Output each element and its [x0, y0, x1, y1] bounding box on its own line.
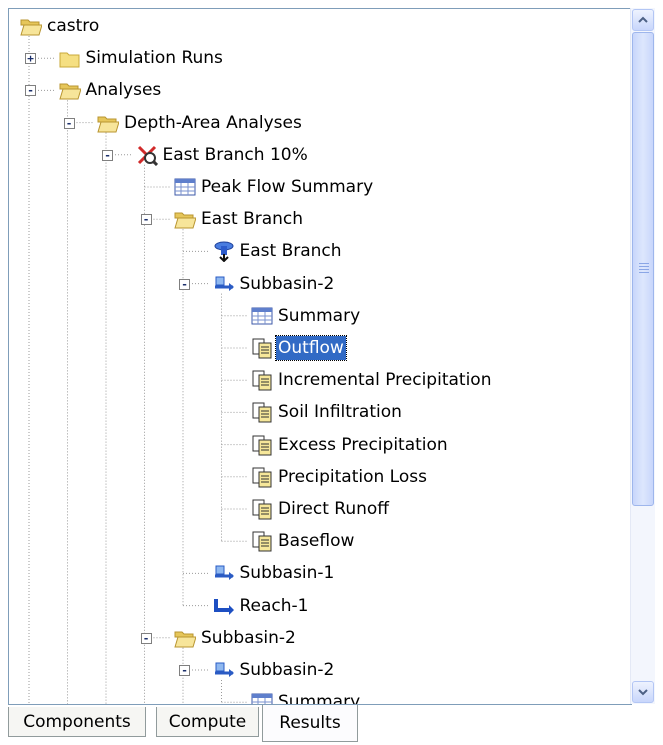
tab-label: Results [279, 713, 341, 733]
thumb-grip [639, 266, 649, 267]
collapse-toggle[interactable]: - [102, 149, 113, 161]
tree-node[interactable]: East Branch [174, 205, 305, 233]
tree-node-label: Direct Runoff [278, 499, 390, 519]
folder-open-icon [58, 79, 82, 101]
time-series-icon [251, 337, 273, 359]
thumb-grip [639, 269, 649, 270]
subbasin-icon [213, 273, 235, 295]
tree-node-label: East Branch [201, 209, 304, 230]
tree-node[interactable]: Subbasin-2 [213, 656, 337, 684]
tree-node[interactable]: East Branch 10% [136, 141, 310, 169]
tree-node[interactable]: Subbasin-1 [213, 559, 337, 587]
collapse-toggle[interactable]: - [25, 85, 36, 97]
collapse-toggle[interactable]: - [179, 665, 190, 676]
folder-open-icon [97, 112, 120, 134]
subbasin-icon [213, 659, 235, 681]
tree-node[interactable]: Analyses [58, 76, 164, 104]
tab-compute[interactable]: Compute [156, 707, 259, 737]
tree-node-label: Analyses [85, 80, 162, 101]
tree-node[interactable]: Summary [251, 688, 362, 705]
tree-node-label: Simulation Runs [85, 48, 223, 69]
tree-node-label: Subbasin-1 [239, 563, 335, 584]
tree-node[interactable]: Excess Precipitation [251, 431, 450, 459]
time-series-icon [251, 498, 273, 520]
tree-node-label: Reach-1 [239, 595, 309, 616]
time-series-icon [251, 530, 273, 552]
tree-node[interactable]: Reach-1 [213, 592, 311, 620]
folder-open-icon [174, 208, 197, 230]
table-icon [174, 176, 196, 198]
analysis-icon [136, 144, 158, 166]
tree-node-label: Precipitation Loss [278, 466, 427, 487]
time-series-icon [251, 401, 273, 423]
tree-node-label: Outflow [275, 335, 347, 361]
table-icon [251, 305, 273, 327]
tree-node-label: Subbasin-2 [201, 627, 296, 648]
tree-node-label: Soil Infiltration [278, 402, 402, 423]
tree-node[interactable]: Summary [251, 302, 362, 330]
tree-node-label: East Branch 10% [162, 144, 308, 165]
tree-node-label: Subbasin-2 [239, 273, 335, 294]
thumb-grip [639, 272, 649, 273]
tree-node[interactable]: Simulation Runs [59, 44, 225, 72]
tab-components[interactable]: Components [8, 707, 146, 737]
time-series-icon [251, 369, 273, 391]
tree-node[interactable]: Direct Runoff [251, 495, 391, 523]
results-tree[interactable]: castro + Simulation Runs - Analyses - Depth-Ar… [8, 8, 632, 705]
table-icon [251, 691, 273, 704]
explorer-tabs: Components Compute Results [8, 705, 663, 745]
tree-node[interactable]: Peak Flow Summary [174, 173, 375, 201]
tree-node[interactable]: Soil Infiltration [251, 398, 404, 426]
folder-open-icon [174, 627, 197, 649]
tree-node[interactable]: Outflow [251, 334, 347, 362]
tree-node[interactable]: Subbasin-2 [174, 624, 298, 652]
watershed-explorer-panel: castro + Simulation Runs - Analyses - Depth-Ar… [0, 0, 663, 745]
thumb-grip [639, 263, 649, 264]
tree-node-label: Incremental Precipitation [278, 370, 492, 391]
tab-label: Compute [168, 711, 247, 732]
collapse-toggle[interactable]: - [179, 278, 190, 290]
expand-toggle[interactable]: + [25, 53, 36, 65]
tree-node[interactable]: castro [20, 12, 101, 40]
collapse-toggle[interactable]: - [140, 214, 152, 226]
folder-open-icon [20, 15, 43, 37]
time-series-icon [251, 466, 273, 488]
tree-node-label: East Branch [239, 241, 342, 262]
tree-node-label: Excess Precipitation [278, 434, 448, 455]
collapse-toggle[interactable]: - [140, 632, 152, 644]
scroll-down-button[interactable] [632, 681, 654, 703]
tree-node[interactable]: Depth-Area Analyses [97, 109, 304, 137]
tree-node-label: Baseflow [278, 531, 355, 552]
tree-node-label: Subbasin-2 [239, 660, 335, 680]
tree-node[interactable]: Subbasin-2 [213, 270, 337, 298]
vertical-scrollbar[interactable] [630, 8, 655, 704]
tab-results[interactable]: Results [262, 705, 358, 742]
tree-node[interactable]: Baseflow [251, 527, 356, 555]
tree-node[interactable]: Precipitation Loss [251, 463, 429, 491]
tree-node-label: Summary [278, 692, 361, 705]
tree-node[interactable]: East Branch [213, 237, 344, 265]
chevron-down-icon [638, 689, 648, 696]
chevron-up-icon [638, 16, 648, 23]
reach-icon [213, 595, 235, 617]
tree-node-label: castro [47, 16, 100, 36]
scrollbar-thumb[interactable] [632, 32, 654, 506]
sink-icon [213, 240, 235, 263]
scroll-up-button[interactable] [632, 9, 654, 31]
tree-node[interactable]: Incremental Precipitation [251, 366, 493, 394]
tab-label: Components [23, 711, 131, 732]
tree-node-label: Peak Flow Summary [201, 177, 374, 197]
subbasin-icon [213, 562, 235, 584]
folder-icon [59, 47, 81, 69]
time-series-icon [251, 434, 273, 456]
collapse-toggle[interactable]: - [63, 117, 75, 129]
tree-node-label: Summary [278, 305, 361, 326]
tree-node-label: Depth-Area Analyses [124, 112, 302, 133]
